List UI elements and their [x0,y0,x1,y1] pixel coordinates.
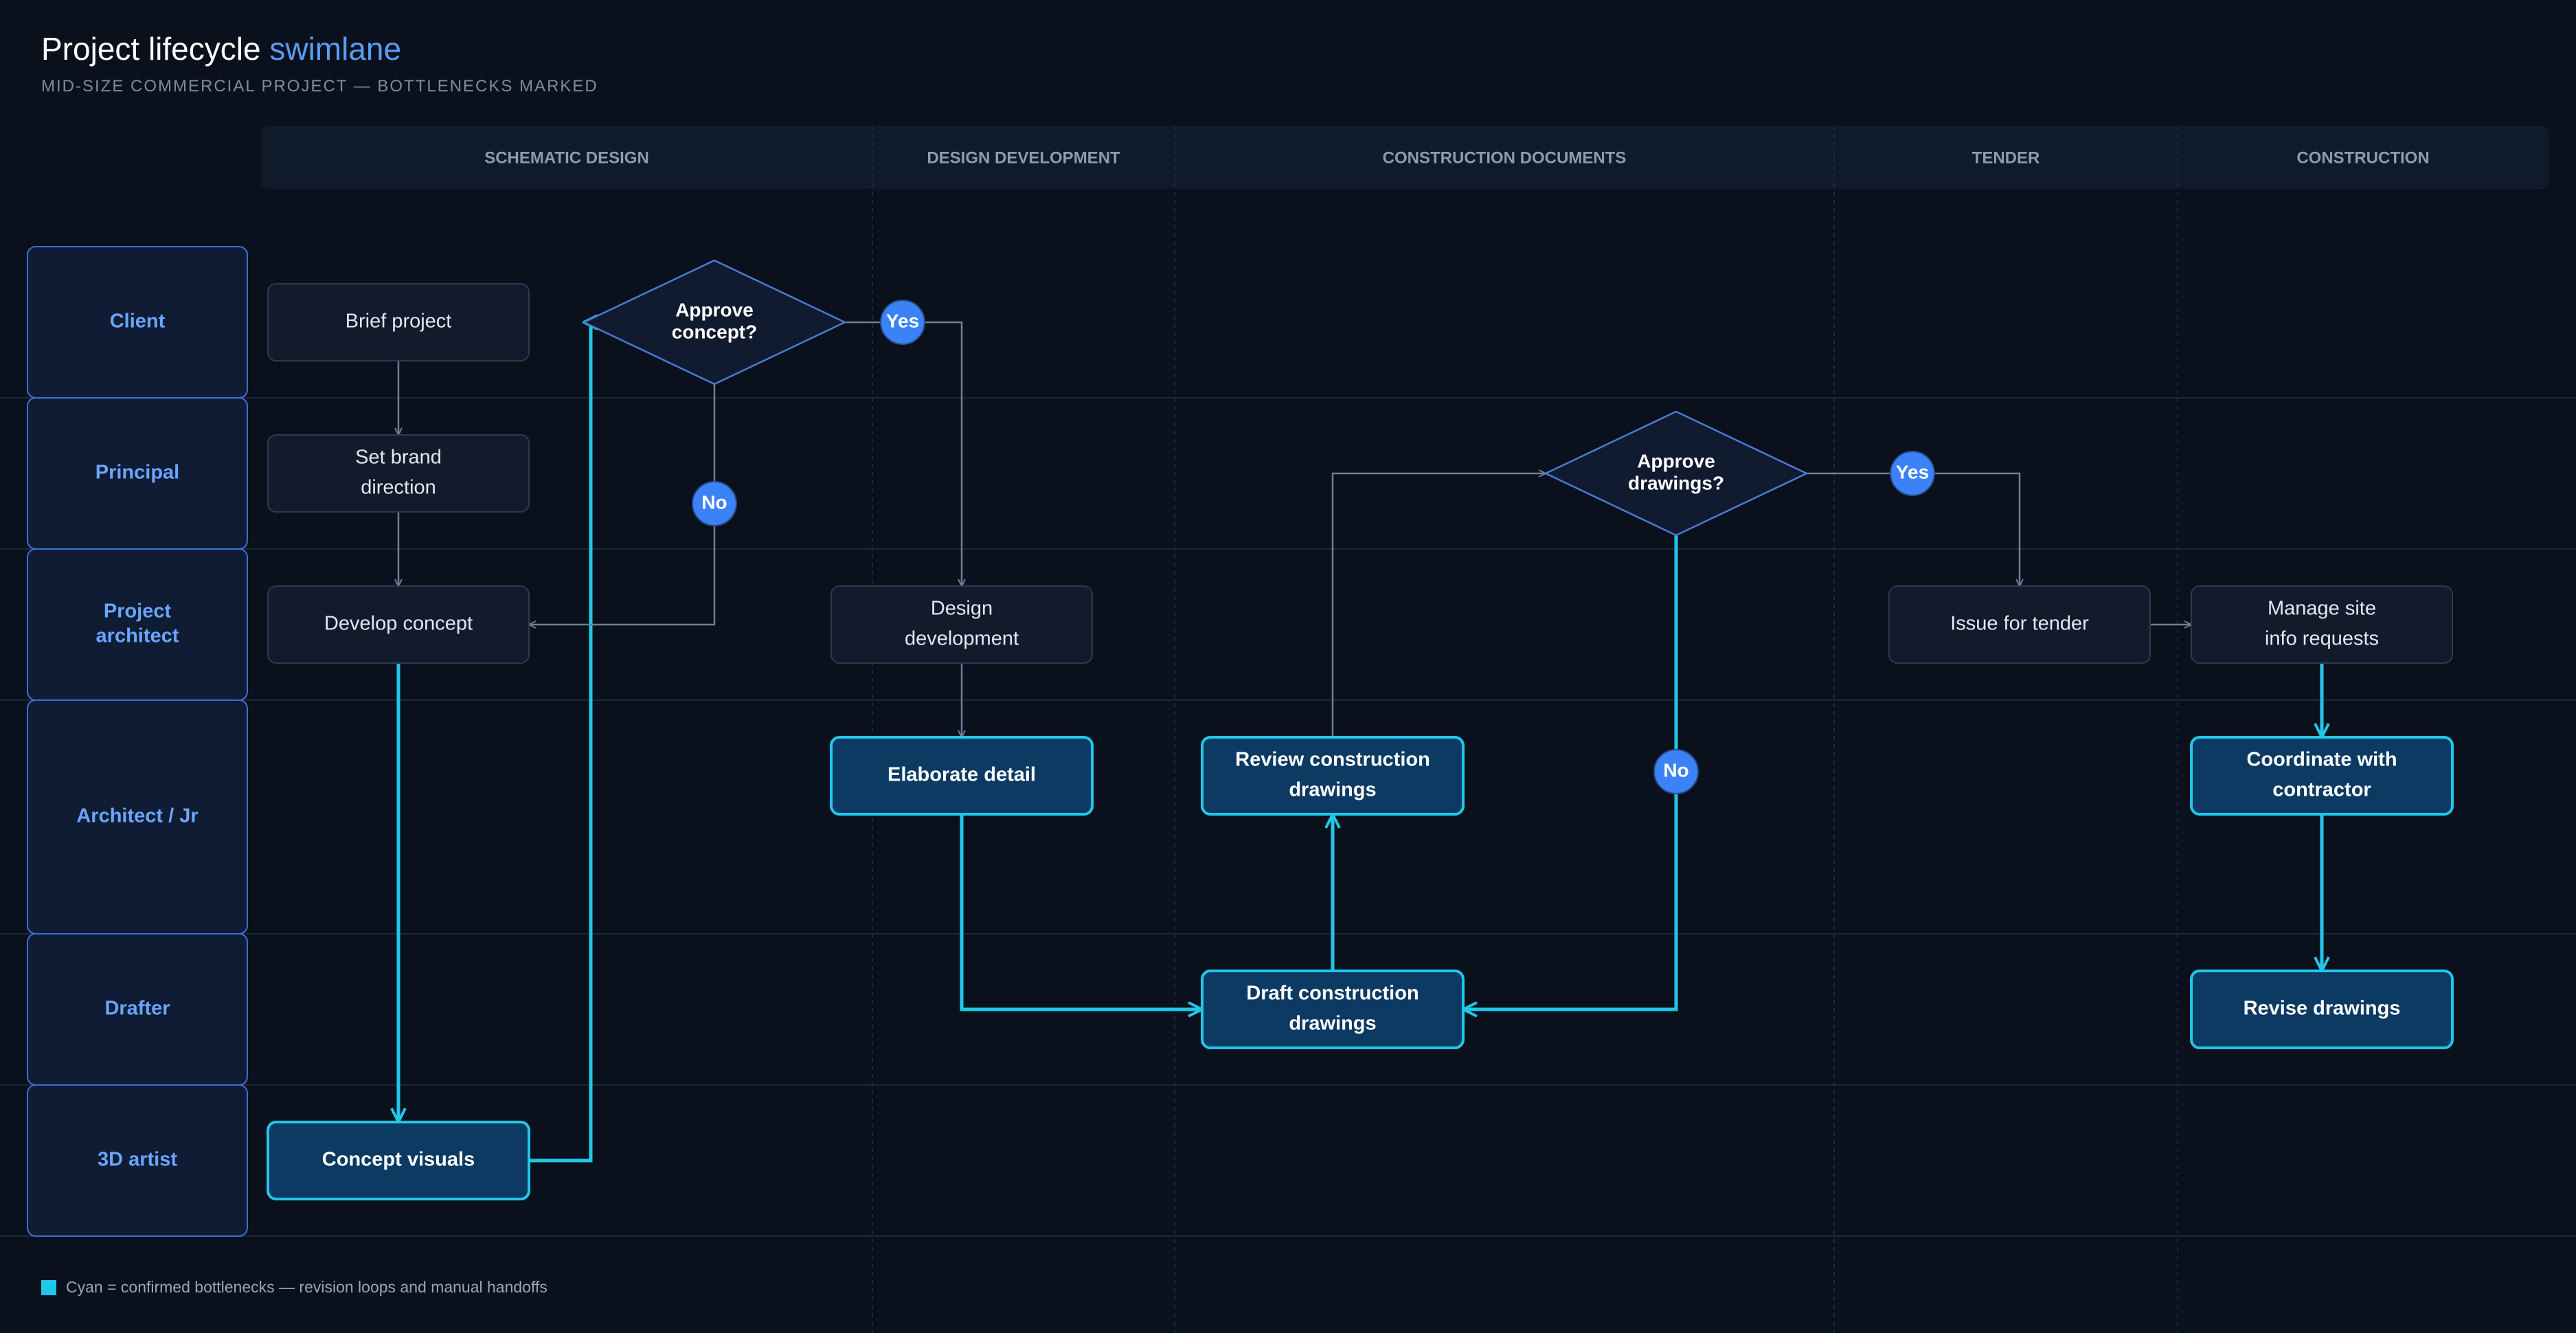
badge-concept-no: No [692,481,737,526]
node-manage-site-info-requests[interactable]: Manage site info requests [2191,585,2453,664]
node-label: Design [931,598,993,620]
node-set-brand-direction[interactable]: Set brand direction [267,434,530,513]
lane-3d-artist: 3D artist [27,1084,248,1237]
node-label: contractor [2272,779,2371,801]
node-issue-for-tender[interactable]: Issue for tender [1888,585,2151,664]
node-approve-concept[interactable]: Approveconcept? [582,259,847,385]
node-label: Develop concept [324,613,473,635]
edge-approve-drawings-to-draft-construction-drawings [1463,535,1678,1009]
badge-label: Yes [886,310,919,331]
legend: Cyan = confirmed bottlenecks — revision … [41,1278,547,1297]
lane-label-text: Architect / Jr [76,805,198,827]
edge-elaborate-detail-to-draft-construction-drawings [960,814,1202,1009]
node-develop-concept[interactable]: Develop concept [267,585,530,664]
lane-architect-jr: Architect / Jr [27,699,248,934]
lane-project-architect: Projectarchitect [27,548,248,701]
badge-label: No [1663,759,1688,781]
phase-label-3: CONSTRUCTION DOCUMENTS [1383,148,1627,167]
node-label: Approve [1637,450,1715,471]
node-label: Revise drawings [2244,998,2401,1020]
node-label: Concept visuals [322,1149,475,1171]
node-coordinate-with-contractor[interactable]: Coordinate with contractor [2190,736,2454,816]
node-draft-construction-drawings[interactable]: Draft construction drawings [1201,970,1465,1049]
lane-label-text: architect [96,625,179,647]
lane-label-text: Drafter [104,998,170,1020]
node-label: Approve [675,299,754,320]
node-label: drawings [1289,779,1376,801]
node-label: Brief project [346,311,452,333]
node-label: Coordinate with [2246,749,2397,771]
node-label: Manage site [2268,598,2376,620]
node-revise-drawings[interactable]: Revise drawings [2190,970,2454,1049]
node-elaborate-detail[interactable]: Elaborate detail [830,736,1094,816]
node-label: Review construction [1235,749,1430,771]
phase-label-4: TENDER [1972,148,2040,167]
node-label: direction [361,477,436,499]
node-label: drawings [1289,1013,1376,1035]
node-label: Elaborate detail [888,764,1036,786]
badge-label: No [701,491,727,513]
badge-drawings-yes: Yes [1890,451,1935,496]
swimlane-diagram: SCHEMATIC DESIGN DESIGN DEVELOPMENT CONSTR… [0,126,2576,1333]
lane-drafter: Drafter [27,933,248,1086]
lane-principal: Principal [27,397,248,550]
phase-label-2: DESIGN DEVELOPMENT [927,148,1120,167]
node-approve-drawings[interactable]: Approvedrawings? [1544,410,1809,537]
lane-label-text: 3D artist [98,1149,177,1171]
badge-drawings-no: No [1653,749,1699,794]
badge-label: Yes [1896,461,1929,482]
legend-swatch [41,1279,56,1295]
node-label: Set brand [355,447,442,469]
lane-client: Client [27,246,248,399]
lane-label-text: Project [104,601,172,623]
edge-concept-visuals-to-approve-concept [529,322,591,1163]
phase-label-1: SCHEMATIC DESIGN [484,148,649,167]
lane-label-text: Client [110,311,166,333]
node-label: Issue for tender [1950,613,2089,635]
node-label: concept? [672,321,757,342]
edge-approve-concept-to-design-development [845,321,962,586]
node-design-development[interactable]: Design development [831,585,1093,664]
node-review-construction-drawings[interactable]: Review construction drawings [1201,736,1465,816]
node-label: info requests [2265,628,2379,650]
lane-label-text: Principal [95,462,180,484]
legend-text: Cyan = confirmed bottlenecks — revision … [66,1278,547,1296]
node-label: drawings? [1628,472,1724,493]
node-label: Draft construction [1246,983,1419,1005]
node-label: development [905,628,1019,650]
badge-concept-yes: Yes [880,300,925,345]
phase-label-5: CONSTRUCTION [2296,148,2429,167]
node-brief-project[interactable]: Brief project [267,283,530,361]
edge-approve-concept-to-develop-concept [529,384,716,625]
node-concept-visuals[interactable]: Concept visuals [267,1121,530,1200]
edge-review-construction-drawings-to-approve-drawings [1331,473,1546,737]
